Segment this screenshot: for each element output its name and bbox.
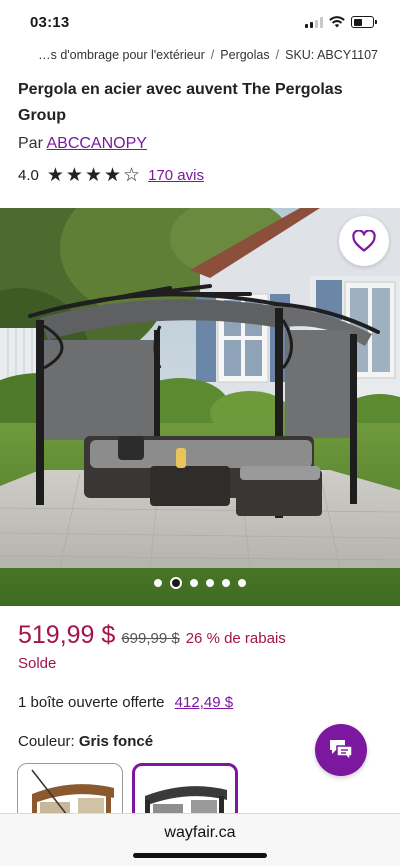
breadcrumb-separator: / xyxy=(210,48,215,62)
product-title: Pergola en acier avec auvent The Pergola… xyxy=(18,81,343,124)
open-box-price-link[interactable]: 412,49 $ xyxy=(175,694,233,711)
gallery-dot[interactable] xyxy=(222,579,230,587)
battery-icon xyxy=(351,16,377,28)
breadcrumb-item-category[interactable]: …s d'ombrage pour l'extérieur xyxy=(38,48,205,66)
star-filled-icon: ★ xyxy=(104,165,122,186)
breadcrumb-item-sku: SKU: ABCY1107 xyxy=(285,48,378,62)
gallery-dot[interactable] xyxy=(190,579,198,587)
star-filled-icon: ★ xyxy=(46,165,64,186)
gallery-pagination[interactable] xyxy=(0,577,400,589)
status-time: 03:13 xyxy=(30,13,70,31)
gallery-dot[interactable] xyxy=(238,579,246,587)
brand-link[interactable]: ABCCANOPY xyxy=(46,135,146,152)
rating-stars: ★ ★ ★ ★ ☆ xyxy=(47,166,140,185)
rating-row[interactable]: 4.0 ★ ★ ★ ★ ☆ 170 avis xyxy=(18,166,204,185)
breadcrumb: …s d'ombrage pour l'extérieur / Pergolas… xyxy=(0,48,400,66)
gallery-dot[interactable] xyxy=(206,579,214,587)
color-row: Couleur: Gris foncé xyxy=(18,733,153,750)
wifi-icon xyxy=(329,16,345,28)
discount-badge: 26 % de rabais xyxy=(185,630,286,647)
url-text[interactable]: wayfair.ca xyxy=(0,824,400,842)
breadcrumb-item-pergolas[interactable]: Pergolas xyxy=(220,48,269,66)
heart-outline-icon xyxy=(352,230,376,252)
chat-bubbles-icon xyxy=(330,740,353,762)
chat-button[interactable] xyxy=(315,724,367,776)
brand-prefix: Par xyxy=(18,135,43,152)
product-image[interactable] xyxy=(0,208,400,606)
price-row: 519,99 $ 699,99 $ 26 % de rabais xyxy=(18,621,286,650)
cellular-signal-icon xyxy=(305,16,323,28)
open-box-row: 1 boîte ouverte offerte 412,49 $ xyxy=(18,694,233,711)
gallery-dot[interactable] xyxy=(170,577,182,589)
status-icons xyxy=(305,16,377,28)
star-filled-icon: ★ xyxy=(84,165,102,186)
gallery-dot[interactable] xyxy=(154,579,162,587)
original-price: 699,99 $ xyxy=(121,630,180,647)
battery-fill xyxy=(353,18,362,26)
sale-price: 519,99 $ xyxy=(18,621,116,649)
brand-line: Par ABCCANOPY xyxy=(18,135,147,153)
reviews-link[interactable]: 170 avis xyxy=(148,167,204,184)
color-label: Couleur: xyxy=(18,733,75,750)
color-value: Gris foncé xyxy=(78,733,154,750)
pergola-photo xyxy=(0,208,400,606)
browser-url-bar[interactable]: wayfair.ca xyxy=(0,813,400,866)
breadcrumb-separator: / xyxy=(275,48,280,62)
star-empty-icon: ☆ xyxy=(123,165,141,186)
home-indicator[interactable] xyxy=(133,853,267,858)
open-box-label: 1 boîte ouverte offerte xyxy=(18,694,165,711)
favorite-button[interactable] xyxy=(339,216,389,266)
star-filled-icon: ★ xyxy=(65,165,83,186)
rating-value: 4.0 xyxy=(18,167,39,184)
sale-label: Solde xyxy=(18,655,57,672)
status-bar: 03:13 xyxy=(0,0,400,44)
